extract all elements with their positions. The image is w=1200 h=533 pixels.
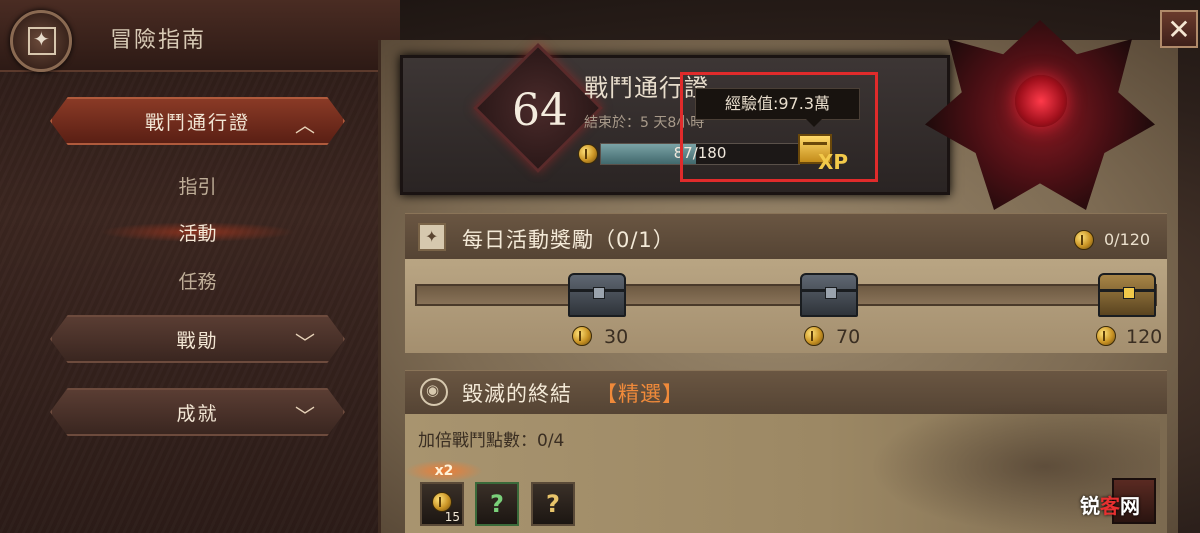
event-sigil-icon xyxy=(420,378,448,406)
daily-reward-count: 0/120 xyxy=(1104,230,1151,249)
nav-battle-merit-label: 戰勛 xyxy=(176,329,219,352)
milestone-value: 70 xyxy=(836,326,861,348)
multiplier-badge: x2 xyxy=(405,460,483,482)
milestone-value: 120 xyxy=(1126,326,1163,348)
watermark: 锐客网 xyxy=(1080,490,1140,519)
nav-battle-pass-button[interactable]: 戰鬥通行證 ︿ xyxy=(50,97,345,145)
reward-track-area xyxy=(405,259,1167,353)
watermark-part: 锐 xyxy=(1080,494,1100,518)
highlight-box xyxy=(680,72,878,182)
chevron-down-icon: ﹀ xyxy=(295,404,315,428)
nav-sub-guide[interactable]: 指引 xyxy=(120,172,275,199)
battle-point-coin-icon xyxy=(432,492,452,512)
battle-point-coin-icon xyxy=(1074,230,1094,250)
battle-point-coin-icon xyxy=(804,326,824,346)
daily-reward-icon xyxy=(418,223,446,251)
reward-chest-30[interactable] xyxy=(568,273,626,317)
nav-achievements-label: 成就 xyxy=(176,402,219,425)
watermark-part: 网 xyxy=(1120,494,1140,518)
milestone-value: 30 xyxy=(604,326,629,348)
compass-star-icon xyxy=(28,27,56,55)
daily-reward-title: 每日活動獎勵（0/1） xyxy=(462,228,675,252)
reward-progress-track xyxy=(415,284,1157,306)
reward-chest-70[interactable] xyxy=(800,273,858,317)
nav-sub-tasks[interactable]: 任務 xyxy=(120,267,275,294)
reward-item-slot[interactable]: 15 xyxy=(420,482,464,526)
page-title: 冒險指南 xyxy=(110,28,207,53)
nav-battle-pass-label: 戰鬥通行證 xyxy=(144,111,250,134)
event-title: 毀滅的終結 xyxy=(462,382,572,406)
watermark-part: 客 xyxy=(1100,494,1120,518)
nav-battle-merit-button[interactable]: 戰勛 ﹀ xyxy=(50,315,345,363)
reward-item-slot[interactable]: ? xyxy=(531,482,575,526)
guide-emblem-icon xyxy=(10,10,72,72)
chevron-down-icon: ﹀ xyxy=(295,331,315,355)
unknown-reward-icon: ? xyxy=(546,490,560,518)
battle-point-coin-icon xyxy=(578,144,598,164)
rose-icon xyxy=(1015,75,1067,127)
battle-point-coin-icon xyxy=(1096,326,1116,346)
close-button[interactable]: ✕ xyxy=(1160,10,1198,48)
reward-item-slot[interactable]: ? xyxy=(475,482,519,526)
pass-level: 64 xyxy=(512,85,568,136)
event-featured-tag: 【精選】 xyxy=(596,382,684,406)
nav-sub-activities[interactable]: 活動 xyxy=(120,219,275,246)
chevron-up-icon: ︿ xyxy=(295,113,315,137)
battle-point-coin-icon xyxy=(572,326,592,346)
double-points-text: 加倍戰鬥點數：0/4 xyxy=(418,431,565,451)
unknown-reward-icon: ? xyxy=(490,490,504,518)
item-quantity: 15 xyxy=(444,510,460,524)
reward-chest-120[interactable] xyxy=(1098,273,1156,317)
nav-achievements-button[interactable]: 成就 ﹀ xyxy=(50,388,345,436)
